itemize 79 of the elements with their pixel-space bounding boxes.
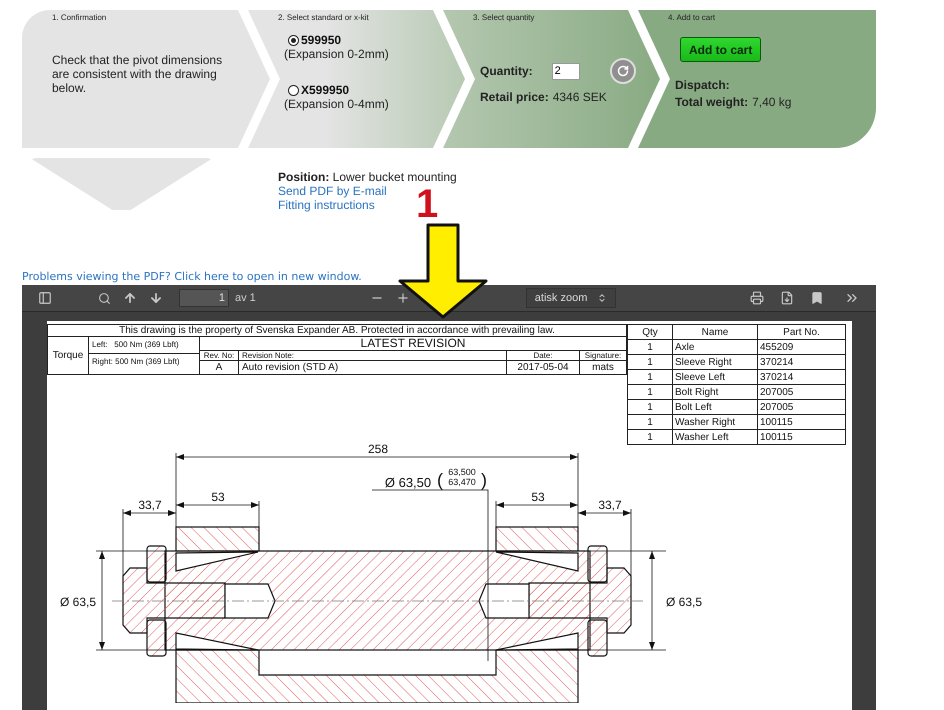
- chevron-icon: [597, 293, 608, 303]
- table-cell: Left: 500 Nm (369 Lbft): [89, 337, 199, 354]
- option-description: (Expansion 0-2mm): [284, 47, 390, 61]
- table-header: Name: [672, 324, 758, 340]
- option-code: X599950: [301, 83, 350, 97]
- table-cell: Washer Right: [672, 414, 758, 430]
- option-code: 599950: [301, 33, 342, 47]
- table-cell: 1: [628, 354, 672, 370]
- table-cell: 370214: [758, 354, 846, 370]
- dimension-label: Ø 63,5: [666, 595, 702, 609]
- annotation-number: 1: [416, 184, 438, 224]
- open-pdf-link[interactable]: Problems viewing the PDF? Click here to open in new window.: [22, 270, 362, 283]
- dimension-label: 33,7: [138, 498, 162, 512]
- dimension-label: 63,470: [448, 477, 476, 487]
- weight-label: Total weight:: [675, 95, 748, 109]
- dimension-label: 53: [211, 490, 225, 504]
- table-cell-text: mats: [591, 361, 615, 374]
- step-title: 1. Confirmation: [52, 13, 108, 24]
- down-arrow-icon: [397, 223, 489, 319]
- dimension-label: 53: [531, 490, 545, 504]
- table-cell: 1: [628, 400, 672, 414]
- option-description: (Expansion 0-4mm): [284, 97, 390, 111]
- table-cell: Sleeve Left: [672, 370, 758, 384]
- table-header: Part No.: [758, 324, 846, 340]
- table-cell: 455209: [758, 340, 846, 354]
- dimension-label: 33,7: [598, 498, 622, 512]
- quantity-label: Quantity:: [480, 64, 533, 78]
- table-cell-text: Right: 500 Nm (369 Lbft): [91, 356, 181, 368]
- ownership-notice: This drawing is the property of Svenska Expander AB. Protected in accordance with prevailing law.: [48, 325, 626, 337]
- dimension-label: 258: [368, 443, 388, 456]
- dimension-label: ): [481, 470, 487, 490]
- table-cell: 207005: [758, 400, 846, 414]
- refresh-icon[interactable]: [610, 58, 636, 84]
- link[interactable]: Send PDF by E-mail: [278, 184, 387, 198]
- table-cell: 100115: [758, 414, 846, 430]
- table-cell: 2017-05-04: [507, 361, 580, 374]
- table-cell: 100115: [758, 430, 846, 444]
- table-header: Signature:: [580, 351, 626, 361]
- radio-button[interactable]: [288, 34, 299, 46]
- radio-button[interactable]: [288, 84, 299, 96]
- table-header: Rev. No:: [200, 351, 239, 361]
- table-cell: Sleeve Right: [672, 354, 758, 370]
- table-cell: Bolt Right: [672, 384, 758, 400]
- table-cell: Auto revision (STD A): [239, 361, 507, 374]
- step-title: 3. Select quantity: [473, 13, 536, 24]
- dimension-label: 63,500: [448, 467, 476, 477]
- price-value: 4346 SEK: [552, 90, 607, 104]
- page-count: av 1: [235, 292, 256, 304]
- table-cell: 370214: [758, 370, 846, 384]
- add-to-cart-button[interactable]: Add to cart: [680, 37, 762, 62]
- weight-value: 7,40 kg: [752, 95, 792, 109]
- table-cell: Axle: [672, 340, 758, 354]
- dispatch-label: Dispatch:: [675, 78, 730, 92]
- table-header: Revision Note:: [239, 351, 507, 361]
- confirmation-text: Check that the pivot dimensions are consistent with the drawing below.: [52, 53, 224, 95]
- link[interactable]: Fitting instructions: [278, 198, 375, 212]
- table-cell: Bolt Left: [672, 400, 758, 414]
- table-cell: 1: [628, 414, 672, 430]
- table-cell: Torque: [48, 337, 89, 374]
- table-cell: 1: [628, 340, 672, 354]
- table-cell: 207005: [758, 384, 846, 400]
- table-cell: Washer Left: [672, 430, 758, 444]
- step-title: 4. Add to cart: [668, 13, 716, 24]
- table-cell: 1: [628, 384, 672, 400]
- dimension-label: Ø 63,50: [384, 475, 432, 490]
- revision-title: LATEST REVISION: [200, 337, 626, 351]
- step-title: 2. Select standard or x-kit: [278, 13, 370, 24]
- table-cell: 1: [628, 370, 672, 384]
- table-cell: A: [200, 361, 239, 374]
- dimension-label: (: [437, 470, 443, 490]
- quantity-field[interactable]: 2: [552, 62, 580, 80]
- table-header: Qty: [628, 324, 672, 340]
- table-cell: 1: [628, 430, 672, 444]
- page-number-field[interactable]: 1: [179, 289, 229, 307]
- dimension-label: Ø 63,5: [60, 595, 96, 609]
- table-header: Date:: [507, 351, 580, 361]
- price-label: Retail price:: [480, 90, 549, 104]
- zoom-select[interactable]: atisk zoom: [526, 288, 616, 308]
- position-text: Position: Lower bucket mounting: [278, 170, 457, 184]
